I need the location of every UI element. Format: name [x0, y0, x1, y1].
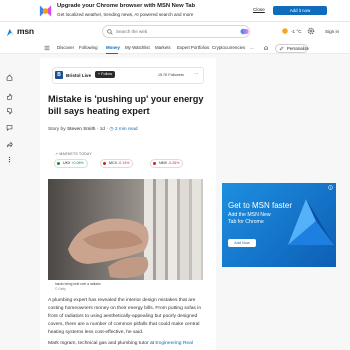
- byline-prefix: Story by: [48, 127, 67, 132]
- nav-item-markets[interactable]: Markets: [155, 45, 171, 50]
- image-credit: © Getty: [55, 287, 66, 291]
- ticker-change: +0.08%: [71, 161, 84, 165]
- byline-time: · 1d ·: [95, 127, 110, 132]
- image-caption: hands being held over a radiator: [55, 282, 101, 286]
- msn-logo-icon[interactable]: [6, 28, 15, 37]
- share-icon[interactable]: [6, 141, 13, 148]
- publisher-logo[interactable]: B: [55, 71, 63, 79]
- article-byline: Story by Steven Smith · 1d · ◷ 2 min rea…: [48, 127, 138, 132]
- promo-close-link[interactable]: Close: [253, 7, 265, 12]
- author-link[interactable]: Steven Smith: [67, 127, 96, 132]
- search-icon: [107, 28, 113, 35]
- ticker-dot: [57, 162, 60, 166]
- home-icon[interactable]: [6, 74, 13, 81]
- ticker-name: NMX: [159, 161, 167, 165]
- ticker-chip[interactable]: UKX +0.08%: [54, 159, 88, 168]
- article-headline: Mistake is 'pushing up' your energy bill…: [48, 94, 204, 116]
- ad-title: Get to MSN faster: [228, 201, 293, 210]
- publisher-followers: 15.7K Followers: [158, 72, 184, 77]
- ad-subtitle: Add the MSN New Tab for Chrome: [228, 212, 271, 225]
- msn-logo-text[interactable]: msn: [17, 26, 34, 36]
- ad-msn-graphic: [288, 199, 334, 245]
- dislike-icon[interactable]: [6, 108, 13, 115]
- article-hero-image: [48, 179, 203, 280]
- weather-temp[interactable]: -1 °C: [291, 29, 302, 34]
- ticker-dot: [103, 162, 106, 166]
- bell-icon[interactable]: [263, 45, 269, 51]
- weather-sun-icon[interactable]: [281, 27, 289, 35]
- promo-subtitle: Get localized weather, trending news, AI…: [57, 12, 194, 17]
- ticker-chip[interactable]: MCX -0.14%: [100, 159, 134, 168]
- nav-item-my-watchlist[interactable]: My Watchlist: [125, 45, 150, 50]
- article-body-paragraph: Mark Ingram, technical gas and plumbing …: [48, 341, 193, 346]
- nav-active-indicator: [106, 53, 118, 54]
- sign-in-link[interactable]: Sign in: [325, 29, 339, 34]
- page: Upgrade your Chrome browser with MSN New…: [0, 0, 350, 350]
- nav-more-button[interactable]: ...: [250, 45, 254, 50]
- nav-item-cryptocurrencies[interactable]: Cryptocurrencies: [212, 45, 245, 50]
- ticker-name: UKX: [63, 161, 71, 165]
- promo-title: Upgrade your Chrome browser with MSN New…: [57, 3, 196, 9]
- article-body-paragraph: A plumbing expert has revealed the inter…: [48, 298, 202, 335]
- nav-item-expert-portfolios[interactable]: Expert Portfolios: [177, 45, 209, 50]
- publisher-name[interactable]: Bristol Live: [66, 73, 91, 78]
- ticker-change: -0.26%: [168, 161, 180, 165]
- markets-today-label: ↗ MARKETS TODAY: [55, 152, 92, 156]
- ad-add-now-button[interactable]: Add Now: [228, 239, 256, 247]
- follow-button[interactable]: + Follow: [95, 71, 115, 78]
- read-time: 2 min read: [114, 127, 138, 132]
- radiator-fins: [144, 179, 201, 280]
- ticker-chip[interactable]: NMX -0.26%: [150, 159, 184, 168]
- ad-info-icon[interactable]: [328, 185, 333, 190]
- publisher-more-button[interactable]: ···: [194, 71, 199, 76]
- more-options-icon[interactable]: [6, 156, 13, 163]
- pencil-icon: [279, 46, 284, 51]
- nav-item-discover[interactable]: Discover: [57, 45, 74, 50]
- menu-icon[interactable]: [44, 45, 50, 51]
- copilot-icon[interactable]: [240, 27, 249, 36]
- nav-item-money[interactable]: Money: [106, 45, 120, 50]
- nav-item-following[interactable]: Following: [79, 45, 98, 50]
- ticker-dot: [153, 162, 156, 166]
- search-placeholder: Search the web: [116, 28, 148, 34]
- like-icon[interactable]: [6, 93, 13, 100]
- engineering-real-link[interactable]: Engineering Real: [155, 341, 193, 346]
- gear-icon[interactable]: [307, 27, 315, 35]
- promo-add-button[interactable]: Add it now: [273, 6, 327, 15]
- ticker-change: -0.14%: [118, 161, 130, 165]
- comment-icon[interactable]: [6, 124, 13, 131]
- chrome-msn-icon: [39, 5, 52, 17]
- ticker-name: MCX: [109, 161, 117, 165]
